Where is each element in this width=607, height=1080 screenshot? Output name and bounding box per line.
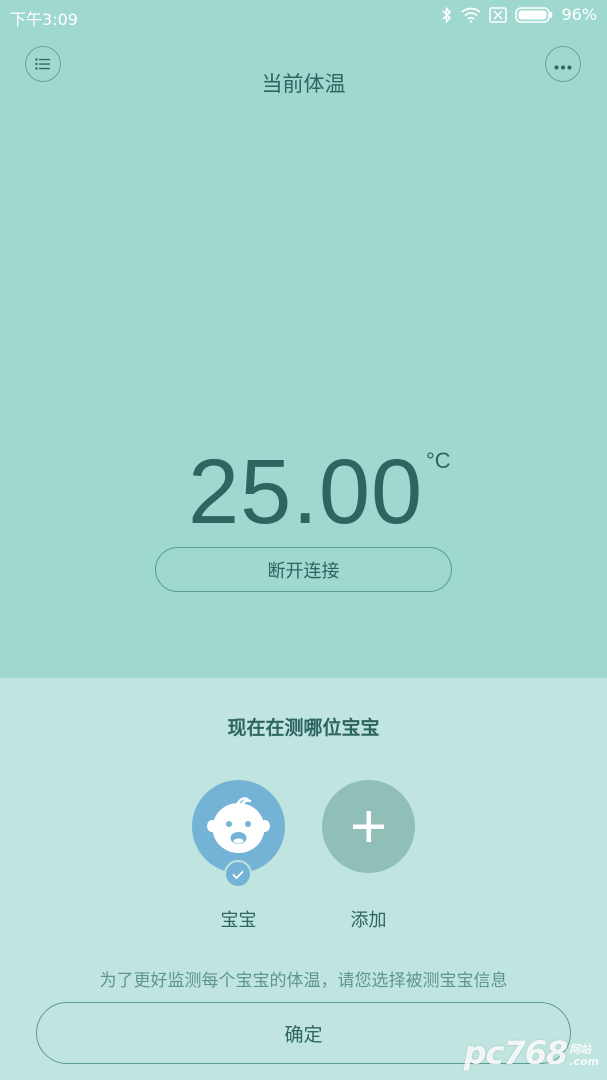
add-profile-label: 添加 xyxy=(350,910,387,931)
watermark-side: 网站 .com xyxy=(569,1044,599,1072)
selector-title: 现在在测哪位宝宝 xyxy=(227,717,380,739)
watermark-main: pc768 xyxy=(463,1034,569,1072)
status-bar: 下午3:09 96% xyxy=(0,0,607,32)
status-icons: 96% xyxy=(441,5,597,24)
sim-none-icon xyxy=(489,6,508,23)
wifi-icon xyxy=(461,7,481,23)
selector-hint: 为了更好监测每个宝宝的体温，请您选择被测宝宝信息 xyxy=(99,971,508,991)
bluetooth-icon xyxy=(441,6,453,24)
disconnect-button[interactable]: 断开连接 xyxy=(155,547,452,592)
check-icon xyxy=(232,865,244,884)
temperature-value: 25.00 xyxy=(188,441,424,543)
status-time: 下午3:09 xyxy=(10,10,78,29)
watermark-side-bottom: .com xyxy=(569,1055,599,1068)
add-profile-button[interactable] xyxy=(322,780,415,873)
profile-baby-label: 宝宝 xyxy=(220,910,257,931)
battery-percent: 96% xyxy=(561,5,597,24)
temperature-display: 25.00 °C xyxy=(0,440,607,550)
watermark-logo: pc768 网站 .com xyxy=(464,1034,599,1072)
battery-icon xyxy=(515,6,553,23)
selected-check-badge xyxy=(224,860,252,888)
temperature-unit: °C xyxy=(426,448,451,473)
page-title: 当前体温 xyxy=(261,72,346,96)
